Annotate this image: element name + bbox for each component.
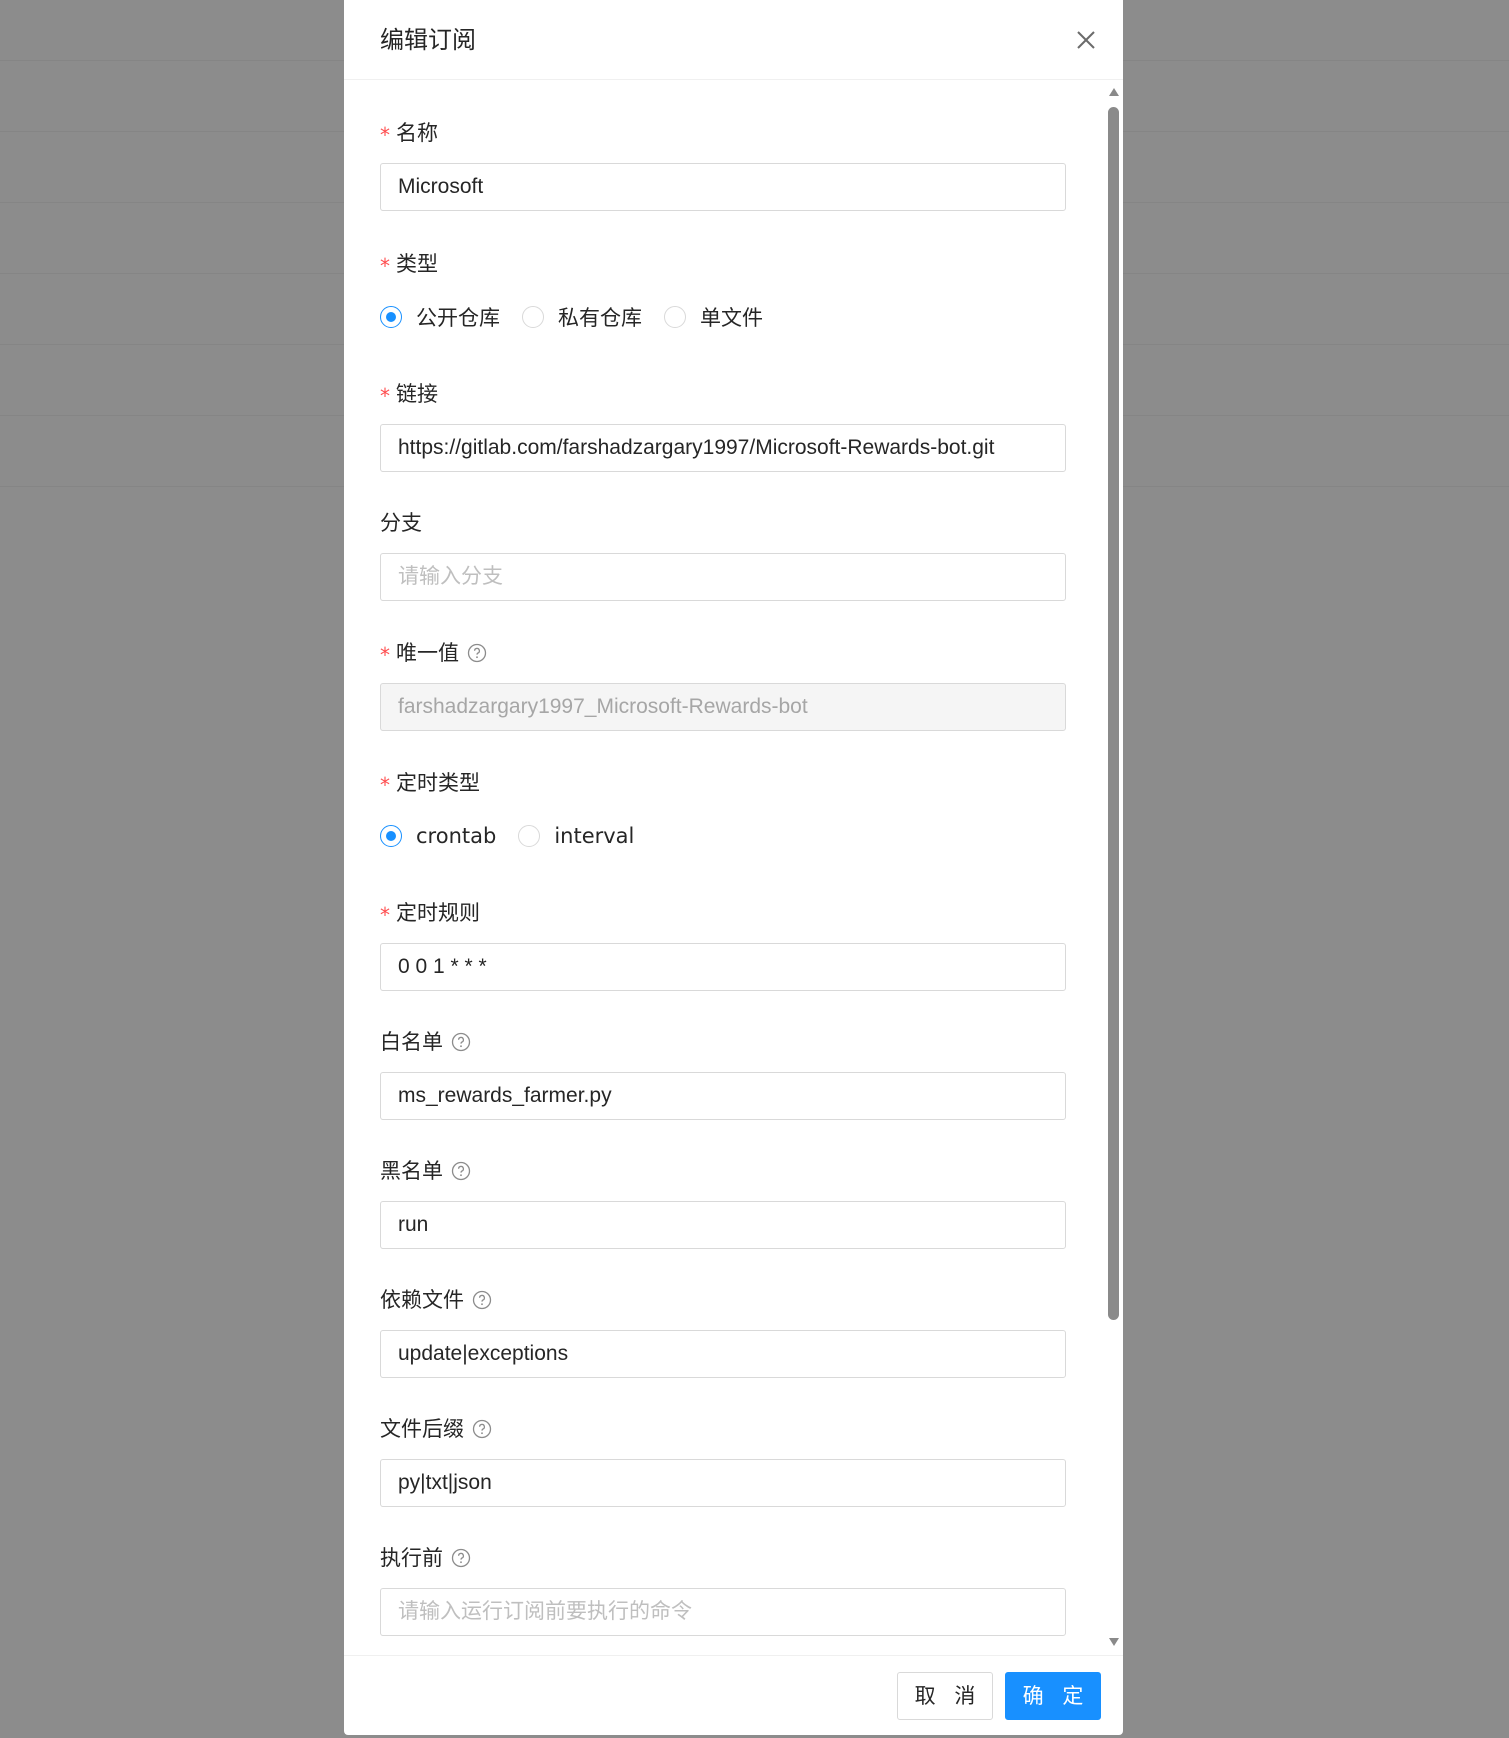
question-circle-icon[interactable]: [467, 643, 487, 663]
schedule-input[interactable]: 0 0 1 * * *: [380, 943, 1066, 991]
dependences-input[interactable]: update|exceptions: [380, 1330, 1066, 1378]
question-circle-icon[interactable]: [472, 1419, 492, 1439]
alias-label-text: 唯一值: [396, 641, 459, 665]
whitelist-label: 白名单: [380, 1028, 471, 1056]
dialog-scrollbar[interactable]: [1104, 81, 1123, 1654]
scroll-up-arrow-icon[interactable]: [1108, 87, 1120, 97]
type-label: * 类型: [380, 250, 438, 278]
dialog-footer: 取 消 确 定: [344, 1655, 1123, 1735]
radio-checked-icon: [380, 825, 402, 847]
schedule-type-label: * 定时类型: [380, 769, 480, 797]
question-circle-icon[interactable]: [451, 1032, 471, 1052]
url-label: * 链接: [380, 380, 438, 408]
scrollbar-thumb[interactable]: [1108, 107, 1119, 1320]
schedule-label: * 定时规则: [380, 899, 480, 927]
branch-input[interactable]: 请输入分支: [380, 553, 1066, 601]
required-mark: *: [380, 903, 390, 927]
type-radio-group: 公开仓库 私有仓库 单文件: [380, 302, 785, 332]
schedule-type-label-text: 定时类型: [396, 771, 480, 795]
sub-before-input[interactable]: 请输入运行订阅前要执行的命令: [380, 1588, 1066, 1636]
confirm-button[interactable]: 确 定: [1005, 1672, 1101, 1720]
type-radio-private-repo[interactable]: 私有仓库: [522, 302, 642, 332]
blacklist-label-text: 黑名单: [380, 1159, 443, 1183]
schedule-radio-crontab[interactable]: crontab: [380, 824, 496, 848]
name-label-text: 名称: [396, 121, 438, 145]
branch-label: 分支: [380, 509, 422, 537]
type-label-text: 类型: [396, 252, 438, 276]
required-mark: *: [380, 773, 390, 797]
scroll-down-arrow-icon[interactable]: [1108, 1637, 1120, 1647]
dependences-label: 依赖文件: [380, 1286, 492, 1314]
edit-subscription-dialog: 编辑订阅 * 名称 Microsoft * 类型 公开仓库 私有仓库 单文件 *…: [344, 0, 1123, 1735]
branch-label-text: 分支: [380, 511, 422, 535]
extensions-label-text: 文件后缀: [380, 1417, 464, 1441]
whitelist-label-text: 白名单: [380, 1030, 443, 1054]
schedule-label-text: 定时规则: [396, 901, 480, 925]
alias-label: * 唯一值: [380, 639, 487, 667]
blacklist-label: 黑名单: [380, 1157, 471, 1185]
required-mark: *: [380, 643, 390, 667]
url-input[interactable]: https://gitlab.com/farshadzargary1997/Mi…: [380, 424, 1066, 472]
radio-unchecked-icon: [664, 306, 686, 328]
sub-before-label-text: 执行前: [380, 1546, 443, 1570]
dialog-title: 编辑订阅: [380, 26, 476, 54]
close-button[interactable]: [1068, 22, 1104, 58]
type-radio-public-repo[interactable]: 公开仓库: [380, 302, 500, 332]
schedule-type-radio-group: crontab interval: [380, 821, 656, 851]
extensions-input[interactable]: py|txt|json: [380, 1459, 1066, 1507]
radio-unchecked-icon: [522, 306, 544, 328]
required-mark: *: [380, 254, 390, 278]
radio-checked-icon: [380, 306, 402, 328]
dialog-header: 编辑订阅: [344, 0, 1123, 80]
question-circle-icon[interactable]: [451, 1548, 471, 1568]
sub-before-label: 执行前: [380, 1544, 471, 1572]
dependences-label-text: 依赖文件: [380, 1288, 464, 1312]
dialog-body: * 名称 Microsoft * 类型 公开仓库 私有仓库 单文件 * 链接 h…: [344, 81, 1123, 1654]
blacklist-input[interactable]: run: [380, 1201, 1066, 1249]
extensions-label: 文件后缀: [380, 1415, 492, 1443]
question-circle-icon[interactable]: [472, 1290, 492, 1310]
alias-input: farshadzargary1997_Microsoft-Rewards-bot: [380, 683, 1066, 731]
url-label-text: 链接: [396, 382, 438, 406]
cancel-button[interactable]: 取 消: [897, 1672, 993, 1720]
schedule-radio-interval[interactable]: interval: [518, 824, 634, 848]
type-radio-single-file[interactable]: 单文件: [664, 302, 763, 332]
close-icon: [1077, 31, 1095, 49]
question-circle-icon[interactable]: [451, 1161, 471, 1181]
name-input[interactable]: Microsoft: [380, 163, 1066, 211]
required-mark: *: [380, 123, 390, 147]
name-label: * 名称: [380, 119, 438, 147]
whitelist-input[interactable]: ms_rewards_farmer.py: [380, 1072, 1066, 1120]
radio-unchecked-icon: [518, 825, 541, 847]
required-mark: *: [380, 384, 390, 408]
